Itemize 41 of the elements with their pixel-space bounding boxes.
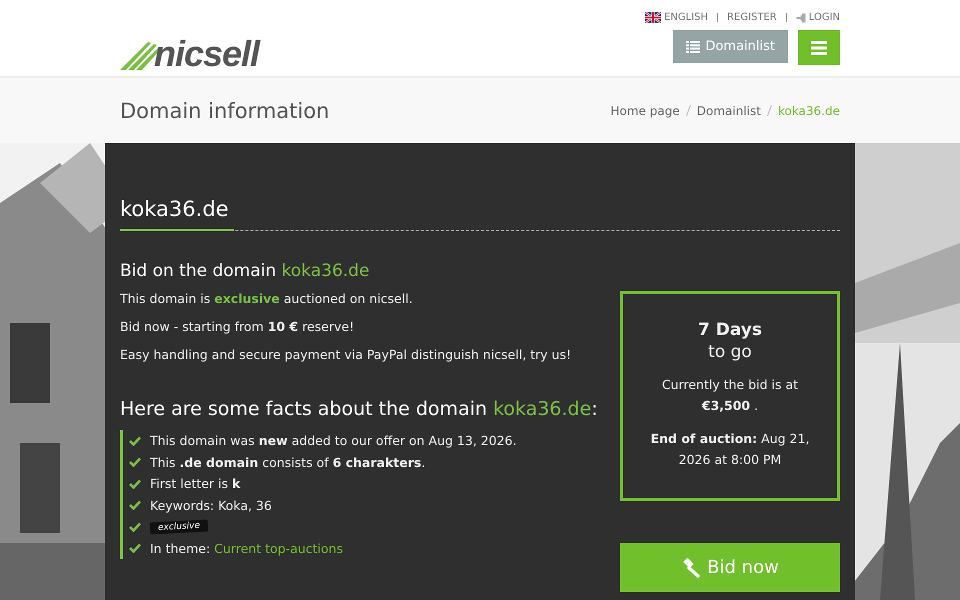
- check-icon: [129, 522, 141, 532]
- to-go-text: to go: [707, 342, 753, 362]
- login-icon: [796, 12, 806, 22]
- auction-end: End of auction: Aug 21, 2026 at 8:00 PM: [650, 430, 810, 469]
- top-link[interactable]: REGISTER: [727, 12, 777, 23]
- breadcrumb-separator-icon: [766, 105, 772, 116]
- menu-button[interactable]: [798, 30, 840, 65]
- fact-text: First letter is k: [150, 476, 240, 492]
- exclusive-ribbon: exclusive: [150, 519, 208, 534]
- check-icon: [129, 478, 141, 489]
- domainlist-button[interactable]: Domainlist: [673, 30, 788, 63]
- facts-heading: Here are some facts about the domain koka36.de:: [120, 398, 599, 420]
- fact-text: This domain was new added to our offer on Aug 13, 2026.: [150, 433, 517, 448]
- bid-now-button[interactable]: Bid now: [620, 543, 840, 592]
- menu-icon: [811, 40, 827, 54]
- intro-text: Bid now - starting from 10 € reserve!: [120, 319, 356, 334]
- check-icon: [129, 500, 141, 510]
- bid-label: Currently the bid is at: [660, 376, 800, 394]
- check-icon: [129, 457, 141, 468]
- fact-text: In theme:: [150, 540, 212, 556]
- intro-text: Easy handling and secure payment via PayPal distinguish nicsell, try us!: [120, 347, 572, 362]
- days-left: 7 Days: [696, 320, 763, 340]
- list-icon: [686, 40, 700, 52]
- bid-heading: Bid on the domain koka36.de: [120, 261, 370, 281]
- flag-icon: [645, 12, 662, 23]
- bid-value: €3,500 .: [700, 397, 760, 415]
- fact-text: Keywords: Koka, 36: [150, 498, 272, 513]
- check-icon: [129, 543, 141, 554]
- breadcrumb-separator-icon: [686, 105, 691, 116]
- logo[interactable]: nicsell: [120, 38, 260, 70]
- theme-link[interactable]: Current top-auctions: [214, 540, 343, 556]
- top-link[interactable]: LOGIN: [796, 12, 840, 23]
- breadcrumb-link[interactable]: Home page: [610, 104, 680, 118]
- check-icon: [129, 436, 141, 446]
- domain-title: koka36.de: [120, 197, 234, 231]
- top-link[interactable]: ENGLISH: [645, 12, 708, 23]
- page-title: Domain information: [120, 98, 330, 122]
- breadcrumb-link[interactable]: Domainlist: [696, 104, 761, 118]
- gavel-icon: [681, 558, 702, 578]
- intro-text: This domain is exclusive auctioned on nicsell.: [120, 291, 414, 306]
- fact-text: This .de domain consists of 6 charakters.: [150, 454, 426, 470]
